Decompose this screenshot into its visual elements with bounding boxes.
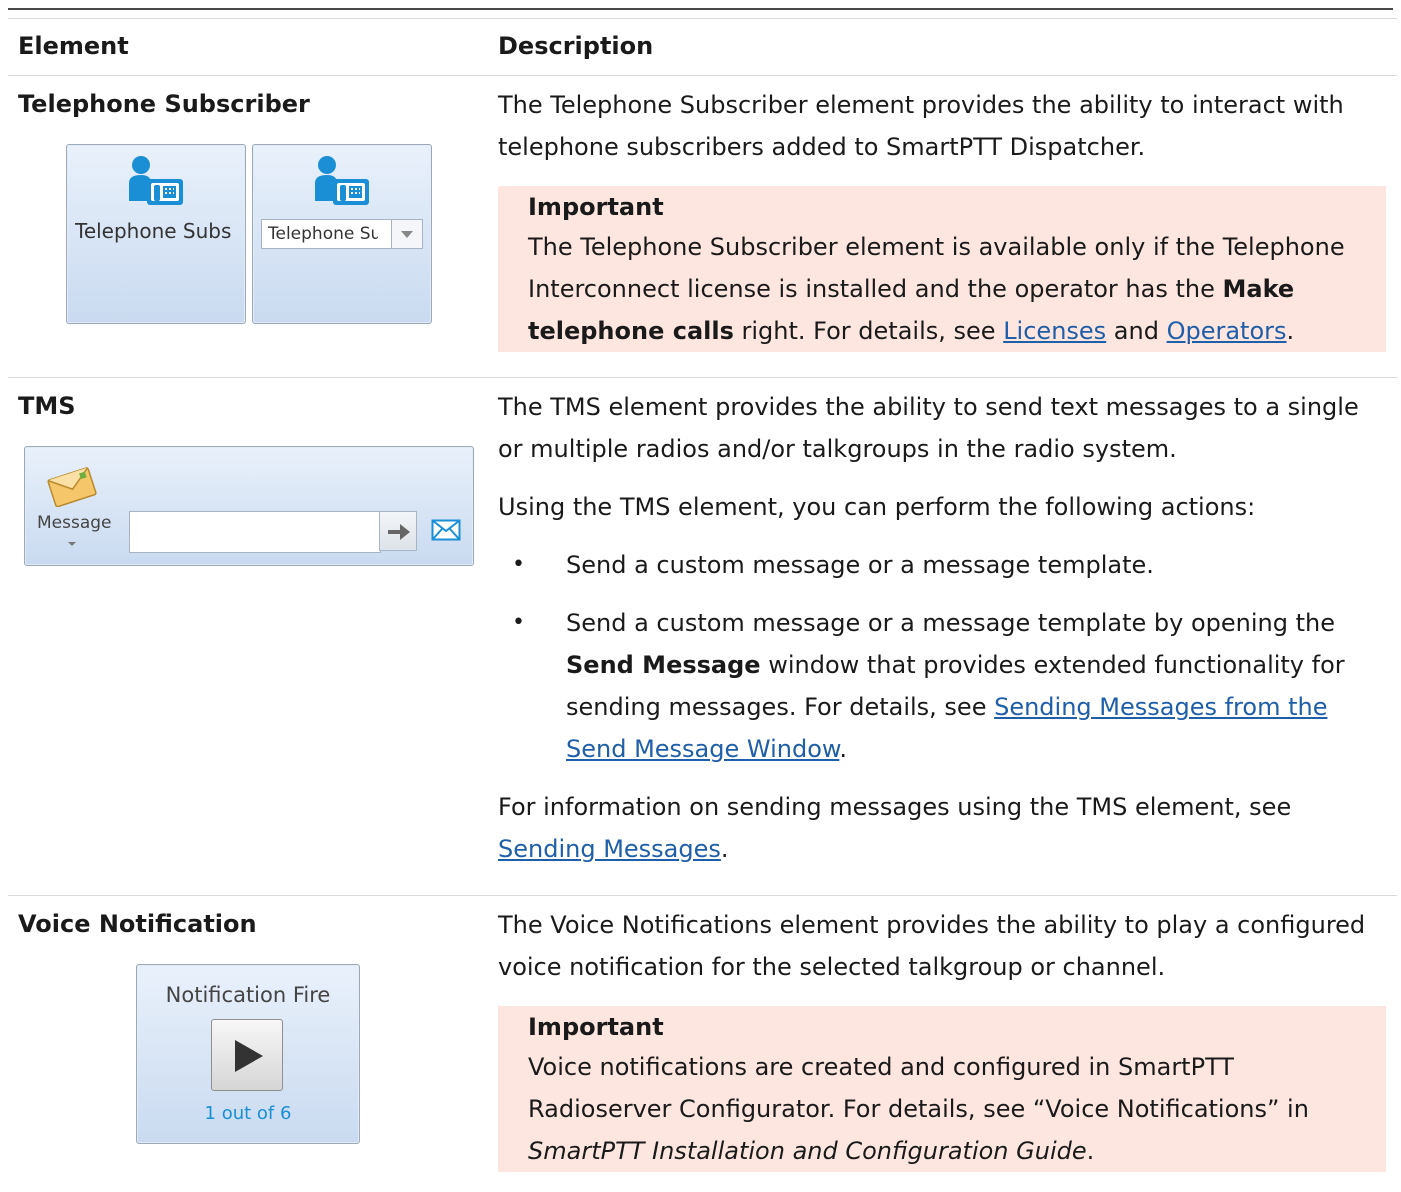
- important-title: Important: [528, 193, 664, 221]
- important-text-part: Voice notifications are created and conf…: [528, 1053, 1309, 1123]
- bullet-item: Send a custom message or a message templ…: [566, 602, 1386, 770]
- caret-down-icon: [68, 542, 76, 546]
- bullet-text-part: Send a custom message or a message templ…: [566, 609, 1335, 637]
- send-button[interactable]: [379, 511, 417, 551]
- row-divider: [8, 377, 1397, 378]
- column-header-element: Element: [18, 32, 129, 60]
- important-title: Important: [528, 1013, 664, 1041]
- voice-notification-tile: Notification Fire 1 out of 6: [136, 964, 360, 1144]
- important-text: Voice notifications are created and conf…: [528, 1046, 1378, 1172]
- telephone-subscriber-icon: [129, 156, 183, 205]
- important-text-part: right. For details, see: [733, 317, 1004, 345]
- important-note: Important Voice notifications are create…: [498, 1006, 1386, 1172]
- sending-messages-link[interactable]: Sending Messages: [498, 835, 721, 863]
- description-paragraph: The TMS element provides the ability to …: [498, 393, 1359, 463]
- guide-title-italic: SmartPTT Installation and Configuration …: [528, 1137, 1087, 1165]
- footer-text-end: .: [720, 835, 729, 863]
- bullet-item: Send a custom message or a message templ…: [566, 551, 1154, 579]
- bullet-marker: •: [512, 610, 525, 635]
- bullet-bold-text: Send Message: [566, 651, 761, 679]
- tms-panel: Message: [24, 446, 474, 566]
- row-divider: [8, 895, 1397, 896]
- play-icon: [235, 1040, 263, 1072]
- telephone-subscriber-select[interactable]: Telephone Su: [261, 219, 423, 249]
- send-message-window-icon[interactable]: [431, 519, 461, 541]
- voice-notification-description: The Voice Notifications element provides…: [498, 904, 1388, 988]
- licenses-link[interactable]: Licenses: [1003, 317, 1106, 345]
- notification-title: Notification Fire: [165, 983, 331, 1007]
- chevron-down-icon: [401, 231, 413, 238]
- important-note: Important The Telephone Subscriber eleme…: [498, 186, 1386, 352]
- important-text-part: and: [1106, 317, 1167, 345]
- message-input[interactable]: [129, 511, 381, 553]
- column-header-description: Description: [498, 32, 654, 60]
- play-button[interactable]: [211, 1019, 283, 1091]
- bullet-marker: •: [512, 552, 525, 577]
- tms-footer-paragraph: For information on sending messages usin…: [498, 786, 1388, 870]
- telephone-subscriber-tile[interactable]: Telephone Subs: [66, 144, 246, 324]
- telephone-subscriber-icon: [315, 156, 369, 205]
- header-top-divider: [8, 18, 1397, 19]
- important-text: The Telephone Subscriber element is avai…: [528, 226, 1378, 352]
- footer-text: For information on sending messages usin…: [498, 793, 1292, 821]
- element-name-telephone-subscriber: Telephone Subscriber: [18, 90, 310, 118]
- telephone-subscriber-select-value: Telephone Su: [268, 224, 378, 244]
- important-text-part: .: [1086, 1137, 1095, 1165]
- element-name-tms: TMS: [18, 392, 76, 420]
- bullet-text-part: .: [839, 735, 847, 763]
- operators-link[interactable]: Operators: [1167, 317, 1287, 345]
- arrow-right-icon: [388, 524, 410, 540]
- important-text-part: .: [1286, 317, 1295, 345]
- message-template-button[interactable]: Message: [37, 513, 112, 533]
- notification-counter: 1 out of 6: [204, 1103, 292, 1124]
- description-paragraph: Using the TMS element, you can perform t…: [498, 493, 1256, 521]
- envelope-icon: [47, 467, 97, 507]
- telephone-subscriber-tile-label: Telephone Subs: [75, 219, 232, 243]
- telephone-subscriber-combo-tile: Telephone Su: [252, 144, 432, 324]
- tms-description: The TMS element provides the ability to …: [498, 386, 1388, 528]
- element-name-voice-notification: Voice Notification: [18, 910, 257, 938]
- telephone-subscriber-description: The Telephone Subscriber element provide…: [498, 84, 1388, 168]
- dropdown-button[interactable]: [391, 220, 422, 248]
- description-paragraph: The Voice Notifications element provides…: [498, 911, 1366, 981]
- header-divider: [8, 75, 1397, 76]
- table-top-rule: [8, 8, 1393, 10]
- description-paragraph: The Telephone Subscriber element provide…: [498, 91, 1344, 161]
